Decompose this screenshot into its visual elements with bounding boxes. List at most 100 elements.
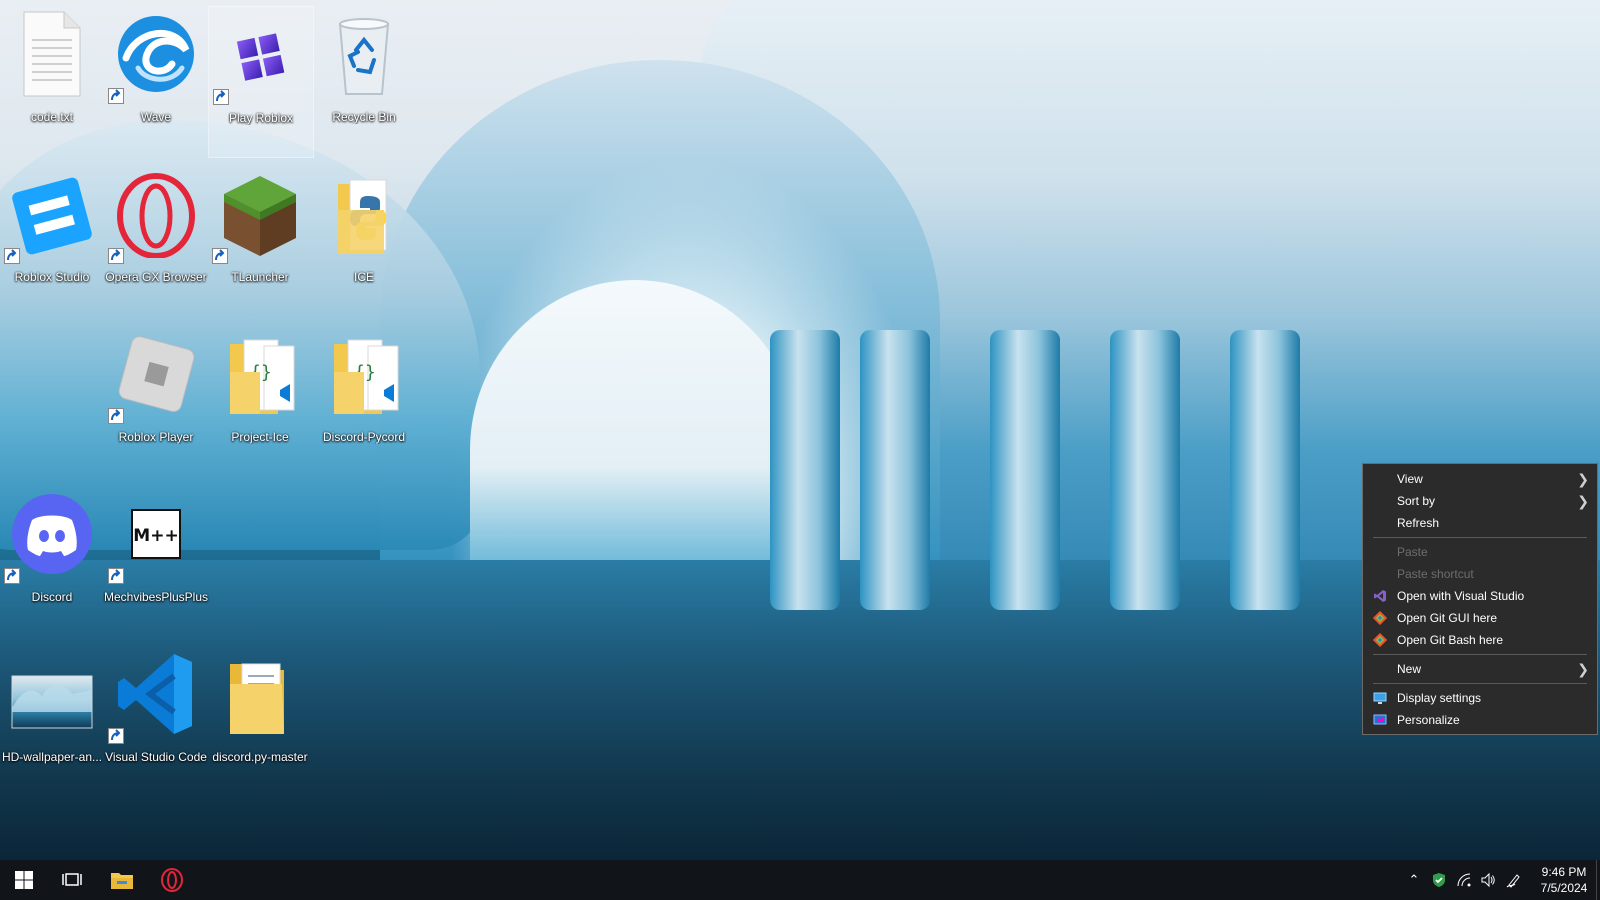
desktop-icon-ice[interactable]: ICE xyxy=(312,166,416,316)
shortcut-arrow-icon xyxy=(4,568,20,584)
task-view-icon xyxy=(62,873,82,886)
menu-item-label: View xyxy=(1397,472,1423,486)
desktop-icon-label: Discord-Pycord xyxy=(322,430,406,444)
menu-item-personalize[interactable]: Personalize xyxy=(1363,709,1597,731)
vscode-folder-icon: {} xyxy=(230,339,295,414)
wave-app-icon xyxy=(118,16,194,92)
menu-item-refresh[interactable]: Refresh xyxy=(1363,512,1597,534)
desktop-icon-label: TLauncher xyxy=(231,270,289,284)
taskbar-clock[interactable]: 9:46 PM 7/5/2024 xyxy=(1532,864,1596,896)
menu-item-label: Open with Visual Studio xyxy=(1397,589,1525,603)
mechvibes-icon: M++ xyxy=(131,509,181,559)
menu-item-paste-shortcut[interactable]: Paste shortcut xyxy=(1363,563,1597,585)
menu-item-display-settings[interactable]: Display settings xyxy=(1363,687,1597,709)
desktop-icon-label: Roblox Studio xyxy=(14,270,90,284)
chevron-right-icon: ❯ xyxy=(1577,661,1589,677)
taskbar-opera-gx[interactable] xyxy=(148,860,196,900)
wallpaper-ice-pillar xyxy=(770,330,840,610)
vscode-icon xyxy=(118,654,192,734)
shortcut-arrow-icon xyxy=(108,728,124,744)
chevron-up-icon[interactable]: ⌃ xyxy=(1406,872,1422,888)
start-button[interactable] xyxy=(0,860,48,900)
chevron-right-icon: ❯ xyxy=(1577,493,1589,509)
desktop-icon-tlauncher[interactable]: TLauncher xyxy=(208,166,312,316)
clock-date: 7/5/2024 xyxy=(1540,881,1588,895)
menu-item-paste[interactable]: Paste xyxy=(1363,541,1597,563)
git-gui-icon xyxy=(1373,611,1387,625)
desktop-icon-play-roblox[interactable]: Play Roblox xyxy=(208,6,314,158)
desktop-icon-code-txt[interactable]: code.txt xyxy=(0,6,104,156)
roblox-player-icon xyxy=(118,336,195,412)
volume-icon[interactable] xyxy=(1480,872,1496,888)
desktop-icon-wave[interactable]: Wave xyxy=(104,6,208,156)
menu-item-open-git-bash[interactable]: Open Git Bash here xyxy=(1363,629,1597,651)
menu-item-label: Display settings xyxy=(1397,691,1482,705)
menu-item-sort-by[interactable]: Sort by ❯ xyxy=(1363,490,1597,512)
desktop-icon-roblox-player[interactable]: Roblox Player xyxy=(104,326,208,476)
recycle-bin-icon xyxy=(338,18,390,95)
menu-item-label: Sort by xyxy=(1397,494,1436,508)
display-settings-icon xyxy=(1373,692,1387,704)
shortcut-arrow-icon xyxy=(108,568,124,584)
taskbar-file-explorer[interactable] xyxy=(98,860,146,900)
menu-separator xyxy=(1373,654,1587,655)
menu-item-new[interactable]: New ❯ xyxy=(1363,658,1597,680)
desktop-icon-label: Visual Studio Code xyxy=(105,750,207,764)
discord-icon xyxy=(12,494,92,574)
desktop-icon-roblox-studio[interactable]: Roblox Studio xyxy=(0,166,104,316)
opera-gx-icon xyxy=(117,173,195,258)
text-file-icon xyxy=(23,11,81,97)
network-icon[interactable] xyxy=(1456,872,1472,888)
show-desktop-button[interactable] xyxy=(1596,860,1600,900)
desktop-icon-discord-py-master[interactable]: discord.py-master xyxy=(208,646,312,796)
menu-item-view[interactable]: View ❯ xyxy=(1363,468,1597,490)
menu-item-open-git-gui[interactable]: Open Git GUI here xyxy=(1363,607,1597,629)
roblox-studio-icon xyxy=(12,177,92,255)
menu-item-label: Personalize xyxy=(1397,713,1460,727)
pen-icon[interactable] xyxy=(1506,872,1522,888)
clock-time: 9:46 PM xyxy=(1541,865,1587,879)
file-explorer-icon xyxy=(111,873,133,889)
desktop-icon-mechvibes[interactable]: M++ MechvibesPlusPlus xyxy=(104,486,208,636)
shortcut-arrow-icon xyxy=(108,88,124,104)
visual-studio-icon xyxy=(1374,590,1386,602)
folder-icon xyxy=(230,663,284,734)
wallpaper-ice-pillar xyxy=(860,330,930,610)
task-view-button[interactable] xyxy=(48,860,96,900)
desktop-icon-discord-pycord[interactable]: {} Discord-Pycord xyxy=(312,326,416,476)
desktop-icon-label: Roblox Player xyxy=(118,430,194,444)
image-thumbnail-icon xyxy=(11,675,93,729)
wallpaper-ice-pillar xyxy=(1110,330,1180,610)
play-roblox-icon xyxy=(236,33,285,81)
vscode-folder-icon: {} xyxy=(334,339,399,414)
desktop-icon-label: code.txt xyxy=(30,110,74,124)
menu-item-label: New xyxy=(1397,662,1422,676)
desktop-icon-label: Play Roblox xyxy=(228,111,294,125)
git-bash-icon xyxy=(1373,633,1387,647)
desktop-icon-label: Discord xyxy=(31,590,73,604)
shortcut-arrow-icon xyxy=(108,408,124,424)
desktop-icon-label: Wave xyxy=(140,110,172,124)
wallpaper-ice-pillar xyxy=(1230,330,1300,610)
personalize-icon xyxy=(1373,714,1387,725)
desktop-icon-label: HD-wallpaper-an... xyxy=(1,750,103,764)
shortcut-arrow-icon xyxy=(212,248,228,264)
menu-item-label: Paste xyxy=(1397,545,1428,559)
desktop-icon-label: MechvibesPlusPlus xyxy=(103,590,209,604)
windows-security-icon[interactable] xyxy=(1431,872,1447,888)
desktop-icon-project-ice[interactable]: {} Project-Ice xyxy=(208,326,312,476)
desktop-icon-label: discord.py-master xyxy=(212,750,308,764)
desktop[interactable]: code.txt Wave Play Roblox Recycle Bin Ro… xyxy=(0,0,1600,860)
shortcut-arrow-icon xyxy=(213,89,229,105)
shortcut-arrow-icon xyxy=(4,248,20,264)
desktop-icon-vscode[interactable]: Visual Studio Code xyxy=(104,646,208,796)
python-folder-icon xyxy=(338,179,387,254)
menu-item-label: Refresh xyxy=(1397,516,1440,530)
desktop-icon-opera-gx[interactable]: Opera GX Browser xyxy=(104,166,208,316)
desktop-icon-hd-wallpaper[interactable]: HD-wallpaper-an... xyxy=(0,646,104,796)
desktop-icon-discord[interactable]: Discord xyxy=(0,486,104,636)
menu-item-open-visual-studio[interactable]: Open with Visual Studio xyxy=(1363,585,1597,607)
windows-start-icon xyxy=(15,871,33,889)
desktop-icon-recycle-bin[interactable]: Recycle Bin xyxy=(312,6,416,156)
taskbar: ⌃ 9:46 PM 7/5/2024 xyxy=(0,860,1600,900)
